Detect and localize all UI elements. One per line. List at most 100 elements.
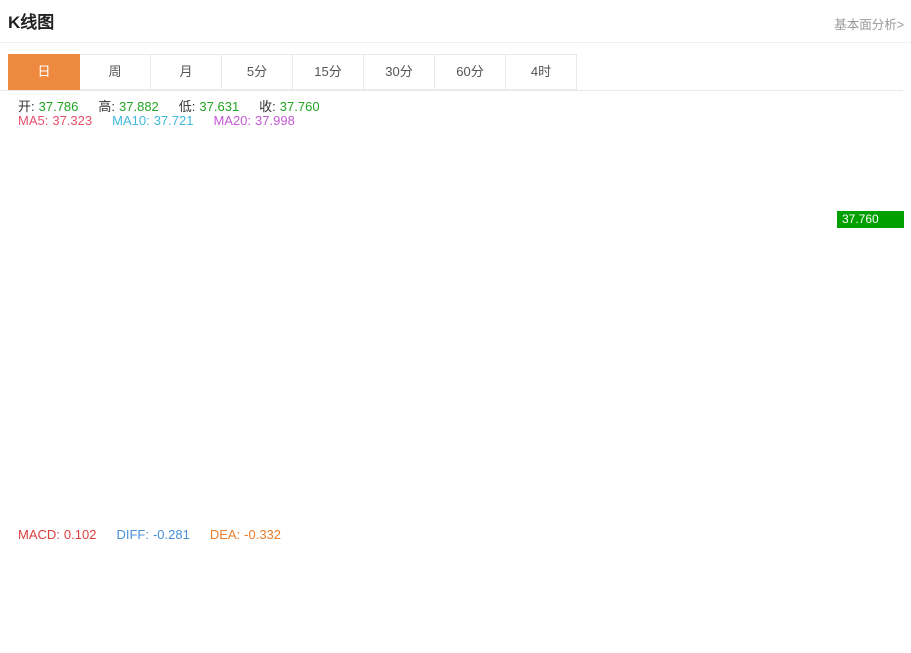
macd-bar[interactable]: [522, 573, 529, 590]
macd-bar[interactable]: [694, 568, 701, 573]
macd-bar[interactable]: [322, 564, 329, 572]
candle[interactable]: [685, 197, 692, 211]
macd-bar[interactable]: [771, 573, 778, 576]
macd-bar[interactable]: [131, 573, 138, 590]
macd-bar[interactable]: [83, 573, 90, 584]
macd-bar[interactable]: [560, 573, 567, 576]
macd-bar[interactable]: [255, 571, 262, 573]
macd-bar[interactable]: [656, 556, 663, 573]
tab-4hour[interactable]: 4时: [506, 54, 577, 90]
macd-bar[interactable]: [293, 565, 300, 573]
macd-bar[interactable]: [436, 573, 443, 590]
macd-bar[interactable]: [532, 573, 539, 581]
candle[interactable]: [16, 457, 23, 463]
macd-bar[interactable]: [274, 564, 281, 573]
macd-bar[interactable]: [751, 573, 758, 581]
macd-bar[interactable]: [780, 573, 787, 574]
candle[interactable]: [771, 220, 778, 238]
macd-bar[interactable]: [16, 564, 23, 572]
candle[interactable]: [112, 443, 119, 464]
macd-bar[interactable]: [627, 546, 634, 573]
macd-bar[interactable]: [283, 563, 290, 573]
tab-5min[interactable]: 5分: [222, 54, 293, 90]
macd-bar[interactable]: [64, 573, 71, 578]
macd-bar[interactable]: [178, 573, 185, 611]
candle[interactable]: [780, 219, 787, 221]
macd-bar[interactable]: [121, 573, 128, 589]
macd-bar[interactable]: [685, 565, 692, 573]
candle[interactable]: [312, 272, 319, 280]
macd-bar[interactable]: [417, 573, 424, 584]
macd-bar[interactable]: [264, 568, 271, 573]
candle[interactable]: [637, 166, 644, 193]
macd-bar[interactable]: [580, 571, 587, 573]
tab-week[interactable]: 周: [80, 54, 151, 90]
candle[interactable]: [570, 191, 577, 205]
candle[interactable]: [665, 156, 672, 164]
candle[interactable]: [379, 302, 386, 305]
candle[interactable]: [369, 282, 376, 302]
candle[interactable]: [341, 252, 348, 267]
candle[interactable]: [427, 276, 434, 293]
candle[interactable]: [560, 191, 567, 259]
tab-month[interactable]: 月: [151, 54, 222, 90]
candle[interactable]: [217, 441, 224, 445]
candle[interactable]: [331, 267, 338, 275]
fundamental-analysis-link[interactable]: 基本面分析>: [834, 14, 904, 33]
candle[interactable]: [704, 200, 711, 206]
candle[interactable]: [723, 259, 730, 280]
macd-bar[interactable]: [723, 573, 730, 583]
candle[interactable]: [484, 267, 491, 273]
macd-bar[interactable]: [159, 573, 166, 602]
macd-bar[interactable]: [226, 573, 233, 591]
candle[interactable]: [646, 150, 653, 166]
macd-bar[interactable]: [303, 566, 310, 572]
macd-bar[interactable]: [675, 566, 682, 572]
candle[interactable]: [608, 202, 615, 205]
macd-bar[interactable]: [169, 573, 176, 606]
macd-bar[interactable]: [150, 573, 157, 597]
candle[interactable]: [675, 161, 682, 199]
candle[interactable]: [713, 206, 720, 258]
candle[interactable]: [751, 238, 758, 253]
macd-bar[interactable]: [608, 560, 615, 573]
candle[interactable]: [580, 205, 587, 226]
candle[interactable]: [455, 285, 462, 290]
macd-bar[interactable]: [54, 573, 61, 574]
macd-bar[interactable]: [7, 563, 14, 573]
candle[interactable]: [322, 272, 329, 274]
candle[interactable]: [102, 459, 109, 464]
candle[interactable]: [159, 430, 166, 442]
candle[interactable]: [226, 360, 233, 445]
candle[interactable]: [474, 273, 481, 288]
candle[interactable]: [73, 463, 80, 475]
macd-bar[interactable]: [541, 573, 548, 578]
macd-bar[interactable]: [732, 573, 739, 586]
macd-bar[interactable]: [245, 573, 252, 577]
candle[interactable]: [178, 423, 185, 432]
candle[interactable]: [7, 431, 14, 463]
tab-day[interactable]: 日: [8, 54, 80, 90]
macd-bar[interactable]: [570, 571, 577, 572]
candle[interactable]: [150, 430, 157, 450]
macd-bar[interactable]: [112, 573, 119, 590]
candle[interactable]: [761, 234, 768, 242]
candle[interactable]: [532, 256, 539, 258]
macd-bar[interactable]: [360, 570, 367, 573]
candle[interactable]: [494, 267, 501, 275]
macd-bar[interactable]: [73, 573, 80, 582]
tab-30min[interactable]: 30分: [364, 54, 435, 90]
macd-bar[interactable]: [637, 544, 644, 573]
macd-bar[interactable]: [102, 573, 109, 588]
macd-bar[interactable]: [599, 565, 606, 573]
macd-bar[interactable]: [589, 569, 596, 573]
candle[interactable]: [446, 291, 453, 296]
candle[interactable]: [303, 281, 310, 287]
candle[interactable]: [627, 194, 634, 202]
candle[interactable]: [522, 256, 529, 286]
macd-bar[interactable]: [312, 566, 319, 573]
candle[interactable]: [198, 439, 205, 447]
macd-bar[interactable]: [398, 573, 405, 583]
macd-bar[interactable]: [198, 573, 205, 610]
candle[interactable]: [283, 269, 290, 284]
